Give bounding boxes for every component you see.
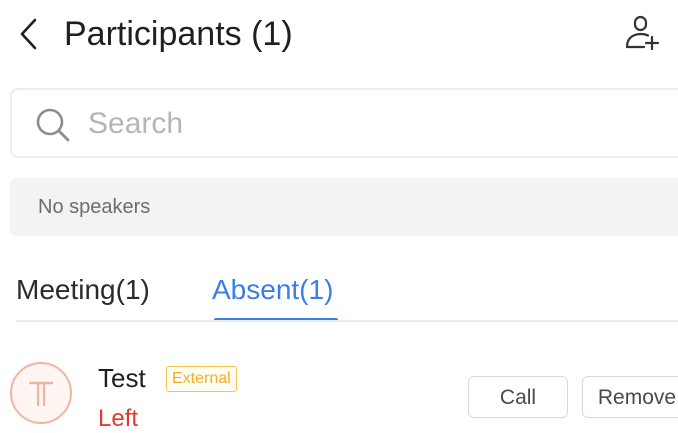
avatar-initial-icon xyxy=(28,381,54,407)
participant-name: Test xyxy=(98,363,146,393)
external-badge: External xyxy=(166,366,237,392)
search-input[interactable] xyxy=(88,102,648,146)
speakers-panel: No speakers xyxy=(10,178,678,236)
call-button[interactable]: Call xyxy=(468,376,568,418)
participant-row: Test External Left Call Remove xyxy=(0,340,678,433)
tab-absent[interactable]: Absent(1) xyxy=(212,272,333,308)
header: Participants (1) xyxy=(0,0,678,70)
avatar xyxy=(10,362,72,424)
participant-status: Left xyxy=(98,405,139,432)
add-participant-button[interactable] xyxy=(620,14,664,54)
chevron-left-icon xyxy=(20,18,37,50)
remove-button[interactable]: Remove xyxy=(582,376,678,418)
participants-screen: Participants (1) No speakers Meeting(1) … xyxy=(0,0,678,433)
search-box[interactable] xyxy=(10,88,678,158)
back-button[interactable] xyxy=(14,16,42,52)
search-icon xyxy=(36,108,70,142)
participant-tabs: Meeting(1) Absent(1) xyxy=(0,262,678,324)
tabs-divider xyxy=(16,320,678,322)
add-user-icon xyxy=(625,15,660,51)
speakers-status: No speakers xyxy=(38,196,151,218)
page-title: Participants (1) xyxy=(64,15,293,53)
tab-meeting[interactable]: Meeting(1) xyxy=(16,272,150,308)
